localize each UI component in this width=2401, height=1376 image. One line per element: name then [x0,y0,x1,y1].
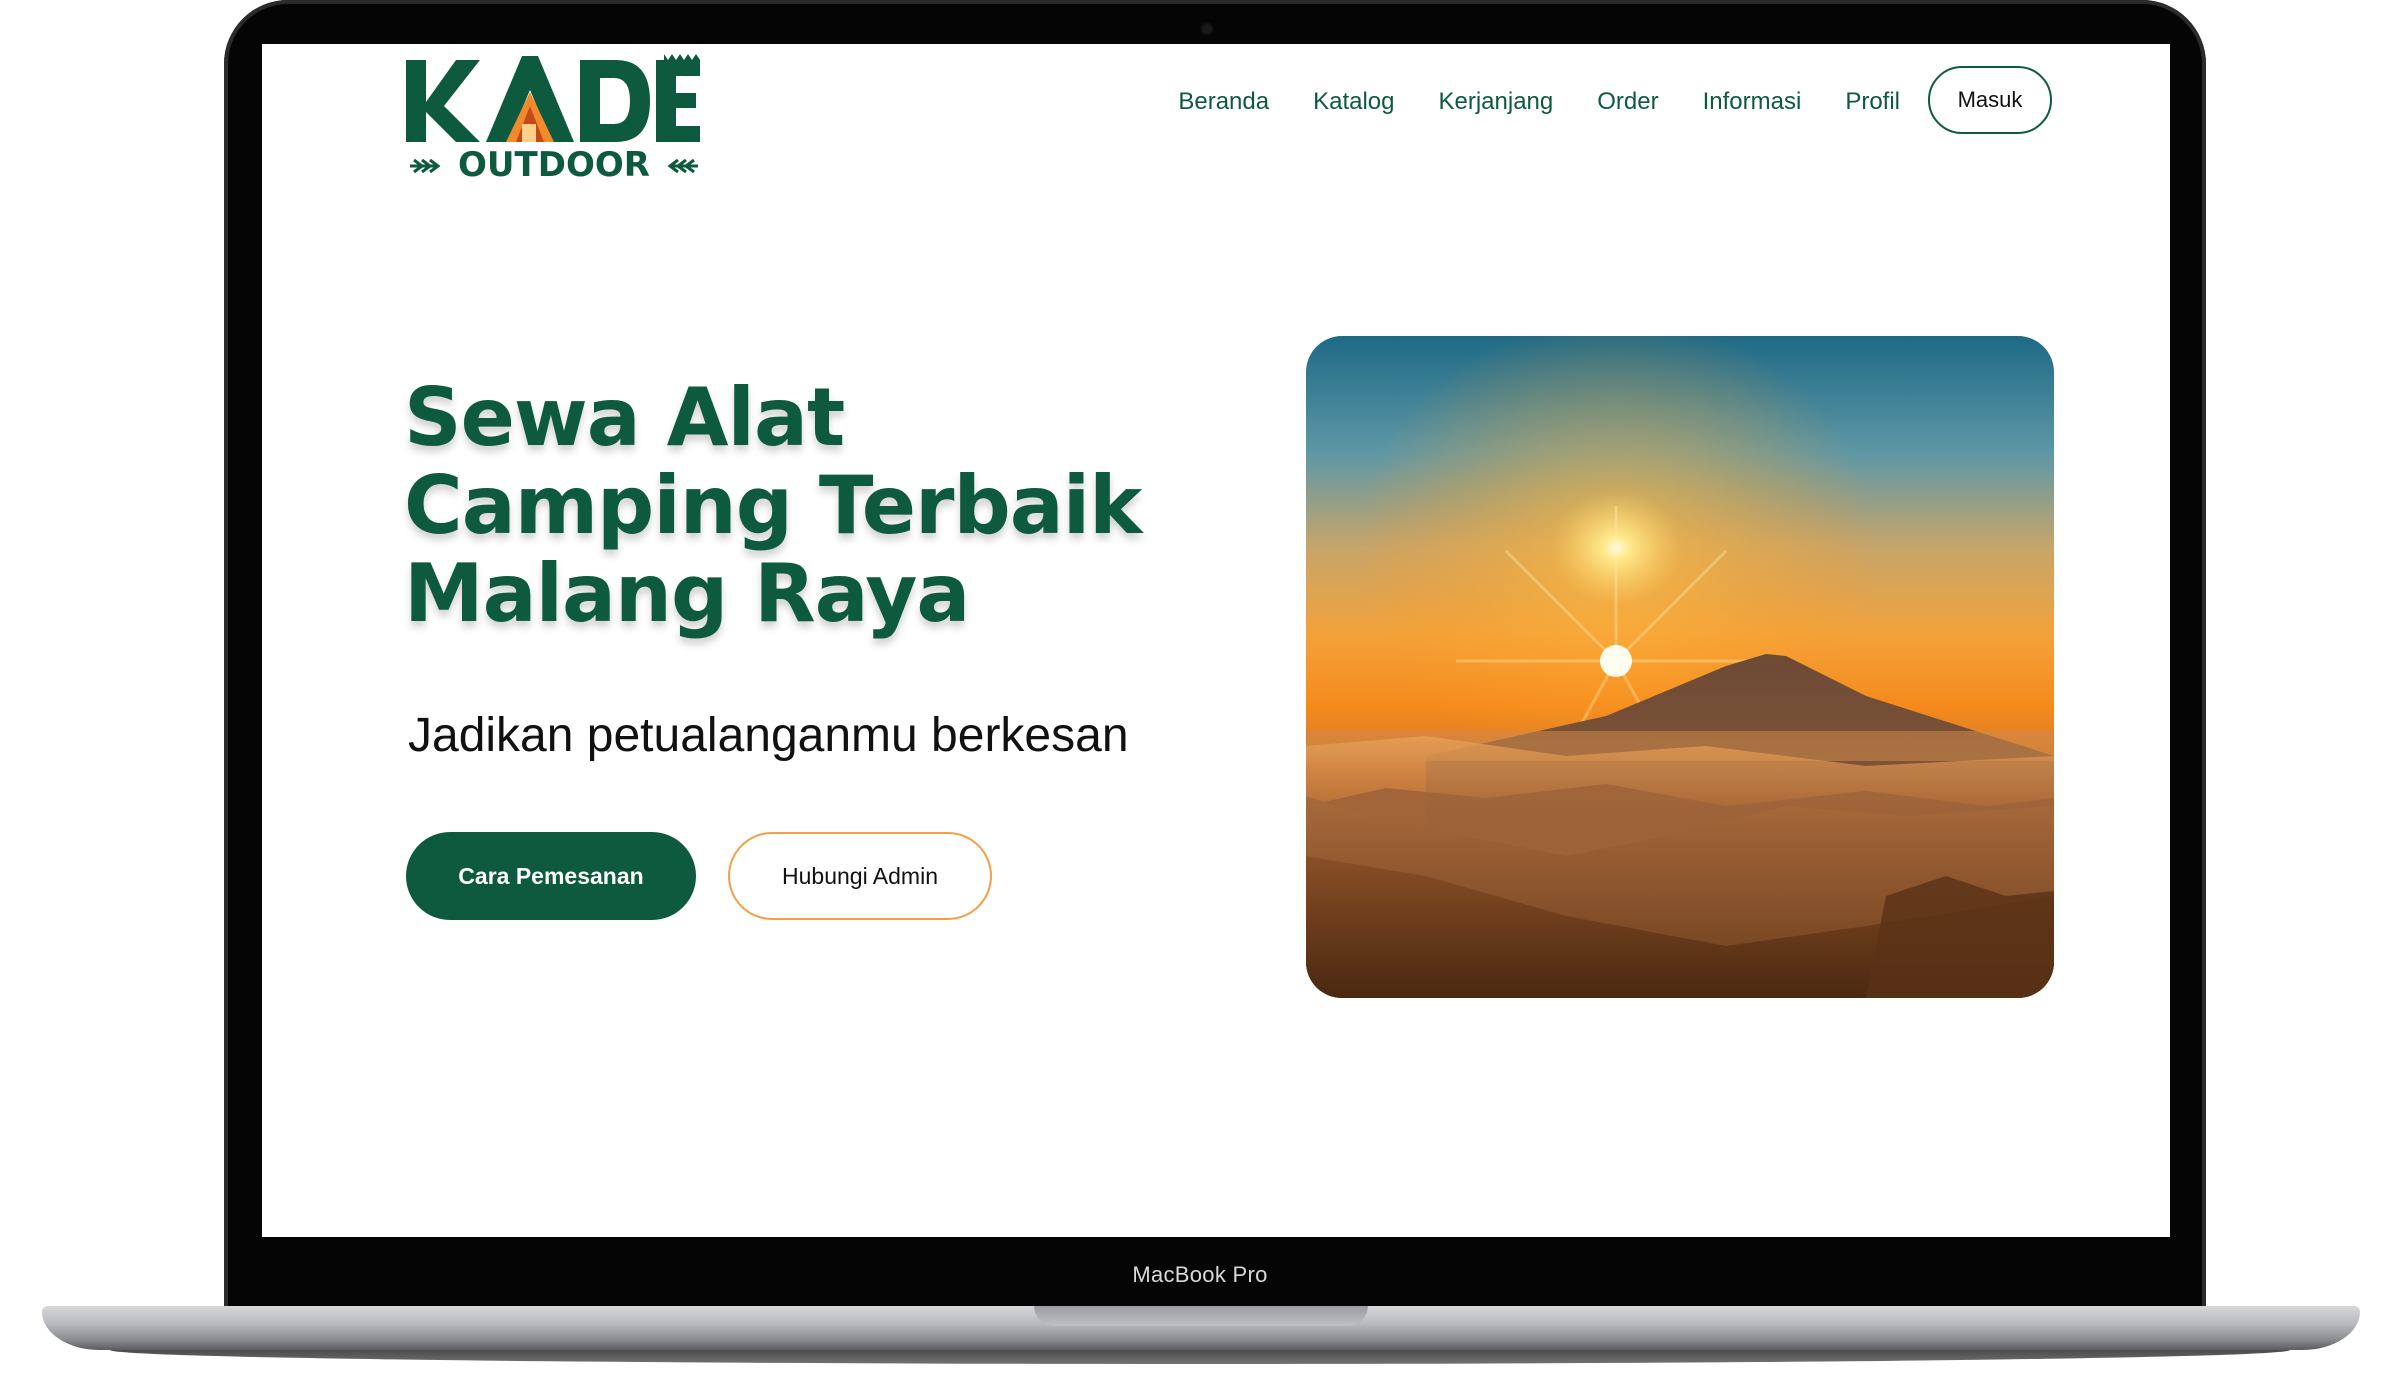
hero-title: Sewa Alat Camping Terbaik Malang Raya [404,371,1142,640]
logo-subtext: OUTDOOR [458,145,650,185]
navbar: OUTDOOR Beranda Katalog Kerjanjang Order… [262,44,2170,194]
nav-menu: Beranda Katalog Kerjanjang Order Informa… [1178,88,1900,116]
nav-link-kerjanjang[interactable]: Kerjanjang [1439,88,1554,116]
laptop-lid-notch [1034,1306,1368,1326]
mountain-sunrise-icon [1306,336,2054,998]
laptop-mockup: OUTDOOR Beranda Katalog Kerjanjang Order… [0,0,2401,1376]
nav-link-katalog[interactable]: Katalog [1313,88,1394,116]
laptop-base-shadow [110,1350,2290,1364]
hero-subtitle: Jadikan petualanganmu berkesan [408,709,1129,762]
hubungi-admin-button[interactable]: Hubungi Admin [728,832,992,920]
hero-mountain-photo [1306,336,2054,998]
cara-pemesanan-button[interactable]: Cara Pemesanan [406,832,696,920]
nav-link-informasi[interactable]: Informasi [1703,88,1802,116]
webcam [1202,24,1212,34]
logo-graphic: OUTDOOR [406,54,700,185]
nav-link-beranda[interactable]: Beranda [1178,88,1269,116]
laptop-screen: OUTDOOR Beranda Katalog Kerjanjang Order… [262,44,2170,1237]
nav-link-profil[interactable]: Profil [1845,88,1900,116]
nav-link-order[interactable]: Order [1597,88,1658,116]
laptop-model-label: MacBook Pro [1132,1262,1268,1287]
kade-outdoor-logo[interactable]: OUTDOOR [404,50,704,186]
login-button[interactable]: Masuk [1928,66,2052,134]
